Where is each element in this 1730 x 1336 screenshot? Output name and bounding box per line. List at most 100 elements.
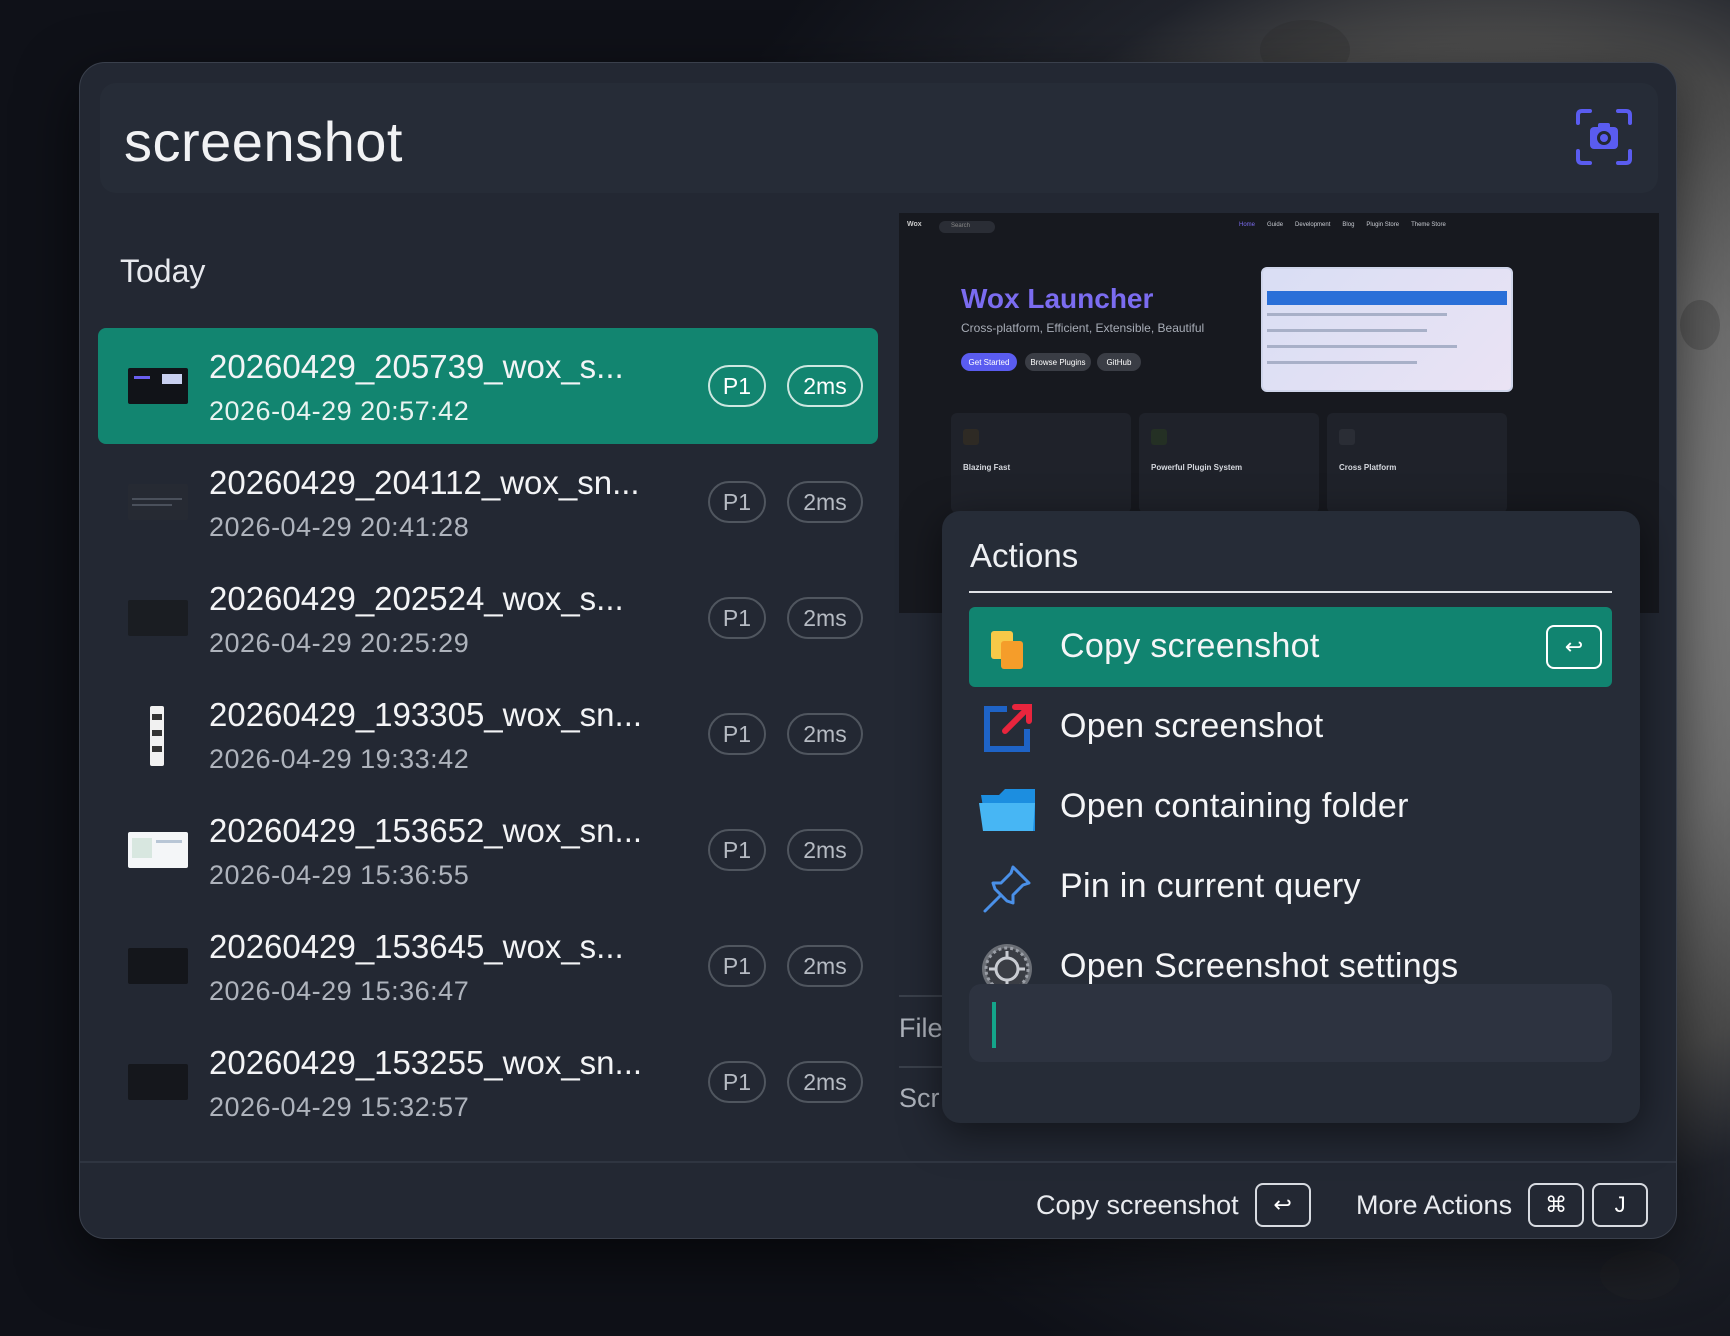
- preview-nav-item: Development: [1295, 222, 1331, 228]
- launcher-window: screenshot Today 20260429_205739_wox_s..…: [79, 62, 1677, 1239]
- preview-card: Blazing Fast: [951, 413, 1131, 513]
- preview-nav-item: Blog: [1342, 222, 1355, 228]
- detail-file-label: File: [899, 1013, 943, 1043]
- result-row[interactable]: 20260429_153645_wox_s... 2026-04-29 15:3…: [98, 908, 878, 1024]
- action-open-screenshot[interactable]: Open screenshot: [969, 687, 1612, 767]
- command-key-hint: ⌘: [1528, 1183, 1585, 1227]
- action-label: Open screenshot: [1060, 707, 1324, 745]
- result-tag: 2ms: [787, 597, 863, 639]
- preview-nav: Home Guide Development Blog Plugin Store…: [1239, 222, 1446, 228]
- result-tag: P1: [708, 945, 766, 987]
- result-list: 20260429_205739_wox_s... 2026-04-29 20:5…: [98, 328, 878, 1140]
- result-thumbnail: [128, 1064, 188, 1100]
- camera-icon[interactable]: [1574, 107, 1634, 167]
- result-row[interactable]: 20260429_153255_wox_sn... 2026-04-29 15:…: [98, 1024, 878, 1140]
- background-crater: [1600, 1250, 1680, 1300]
- preview-nav-item: Plugin Store: [1366, 222, 1400, 228]
- result-tag: 2ms: [787, 713, 863, 755]
- result-thumbnail: [128, 484, 188, 520]
- result-title: 20260429_153255_wox_sn...: [209, 1044, 643, 1081]
- result-title: 20260429_153645_wox_s...: [209, 928, 624, 965]
- pin-icon: [983, 865, 1031, 913]
- result-tag: P1: [708, 481, 766, 523]
- result-thumbnail: [150, 706, 164, 766]
- detail-scr-label: Scr: [899, 1083, 940, 1113]
- result-tag: P1: [708, 713, 766, 755]
- result-tag: P1: [708, 829, 766, 871]
- preview-nav-item: Home: [1239, 222, 1256, 228]
- result-row[interactable]: 20260429_193305_wox_sn... 2026-04-29 19:…: [98, 676, 878, 792]
- result-title: 20260429_153652_wox_sn...: [209, 812, 643, 849]
- preview-button: Get Started: [961, 353, 1017, 371]
- result-subtitle: 2026-04-29 19:33:42: [209, 744, 470, 774]
- result-subtitle: 2026-04-29 15:36:55: [209, 860, 470, 890]
- preview-card: Powerful Plugin System: [1139, 413, 1319, 513]
- result-subtitle: 2026-04-29 15:36:47: [209, 976, 470, 1006]
- result-thumbnail: [128, 948, 188, 984]
- footer-divider: [80, 1161, 1676, 1163]
- preview-card-title: Cross Platform: [1339, 463, 1397, 472]
- preview-subtitle: Cross-platform, Efficient, Extensible, B…: [961, 321, 1205, 335]
- query-input[interactable]: screenshot: [124, 109, 403, 174]
- background-crater: [1680, 300, 1720, 350]
- text-caret: [992, 1002, 996, 1048]
- preview-card: Cross Platform: [1327, 413, 1507, 513]
- footer-more-actions[interactable]: More Actions ⌘ J: [1356, 1181, 1649, 1229]
- preview-nav-item: Guide: [1267, 222, 1284, 228]
- result-row[interactable]: 20260429_205739_wox_s... 2026-04-29 20:5…: [98, 328, 878, 444]
- result-tag: P1: [708, 365, 766, 407]
- result-tag: 2ms: [787, 365, 863, 407]
- folder-icon: [979, 789, 1035, 831]
- footer-more-label: More Actions: [1356, 1189, 1513, 1220]
- footer-primary-label: Copy screenshot: [1036, 1189, 1239, 1220]
- result-tag: 2ms: [787, 481, 863, 523]
- action-open-containing-folder[interactable]: Open containing folder: [969, 767, 1612, 847]
- result-thumbnail: [128, 368, 188, 404]
- actions-filter-input[interactable]: [969, 984, 1612, 1062]
- action-label: Pin in current query: [1060, 867, 1361, 905]
- result-row[interactable]: 20260429_204112_wox_sn... 2026-04-29 20:…: [98, 444, 878, 560]
- result-tag: 2ms: [787, 945, 863, 987]
- result-tag: 2ms: [787, 1061, 863, 1103]
- result-subtitle: 2026-04-29 20:41:28: [209, 512, 470, 542]
- open-external-icon: [984, 704, 1032, 752]
- action-copy-screenshot[interactable]: Copy screenshot ↩: [969, 607, 1612, 687]
- action-label: Copy screenshot: [1060, 627, 1320, 665]
- action-label: Open containing folder: [1060, 787, 1409, 825]
- preview-button: GitHub: [1097, 353, 1141, 371]
- result-row[interactable]: 20260429_153652_wox_sn... 2026-04-29 15:…: [98, 792, 878, 908]
- preview-title: Wox Launcher: [961, 283, 1154, 314]
- result-tag: P1: [708, 597, 766, 639]
- preview-nav-item: Theme Store: [1411, 222, 1446, 228]
- preview-logo: Wox: [907, 221, 922, 228]
- result-subtitle: 2026-04-29 20:25:29: [209, 628, 470, 658]
- result-title: 20260429_202524_wox_s...: [209, 580, 624, 617]
- result-tag: P1: [708, 1061, 766, 1103]
- preview-card-title: Powerful Plugin System: [1151, 463, 1243, 472]
- enter-key-hint: ↩: [1546, 625, 1602, 669]
- result-row[interactable]: 20260429_202524_wox_s... 2026-04-29 20:2…: [98, 560, 878, 676]
- preview-search: Search: [939, 221, 995, 233]
- j-key-hint: J: [1592, 1183, 1649, 1227]
- actions-panel: Actions Copy screenshot ↩ Open screensho…: [942, 511, 1640, 1123]
- enter-key-hint: ↩: [1254, 1183, 1311, 1227]
- query-bar[interactable]: screenshot: [100, 83, 1658, 193]
- result-subtitle: 2026-04-29 20:57:42: [209, 396, 470, 426]
- action-pin-in-current-query[interactable]: Pin in current query: [969, 847, 1612, 927]
- preview-button: Browse Plugins: [1025, 353, 1091, 371]
- group-title: Today: [120, 253, 206, 289]
- result-title: 20260429_204112_wox_sn...: [209, 464, 640, 501]
- result-subtitle: 2026-04-29 15:32:57: [209, 1092, 470, 1122]
- result-title: 20260429_205739_wox_s...: [209, 348, 624, 385]
- actions-divider: [969, 591, 1612, 593]
- result-tag: 2ms: [787, 829, 863, 871]
- preview-inner-screenshot: [1261, 267, 1513, 392]
- copy-icon: [991, 631, 1023, 669]
- footer-primary-hint[interactable]: Copy screenshot ↩: [1036, 1181, 1311, 1229]
- preview-card-title: Blazing Fast: [963, 463, 1011, 472]
- result-thumbnail: [128, 600, 188, 636]
- action-label: Open Screenshot settings: [1060, 947, 1459, 985]
- actions-title: Actions: [970, 537, 1079, 574]
- result-thumbnail: [128, 832, 188, 868]
- result-title: 20260429_193305_wox_sn...: [209, 696, 643, 733]
